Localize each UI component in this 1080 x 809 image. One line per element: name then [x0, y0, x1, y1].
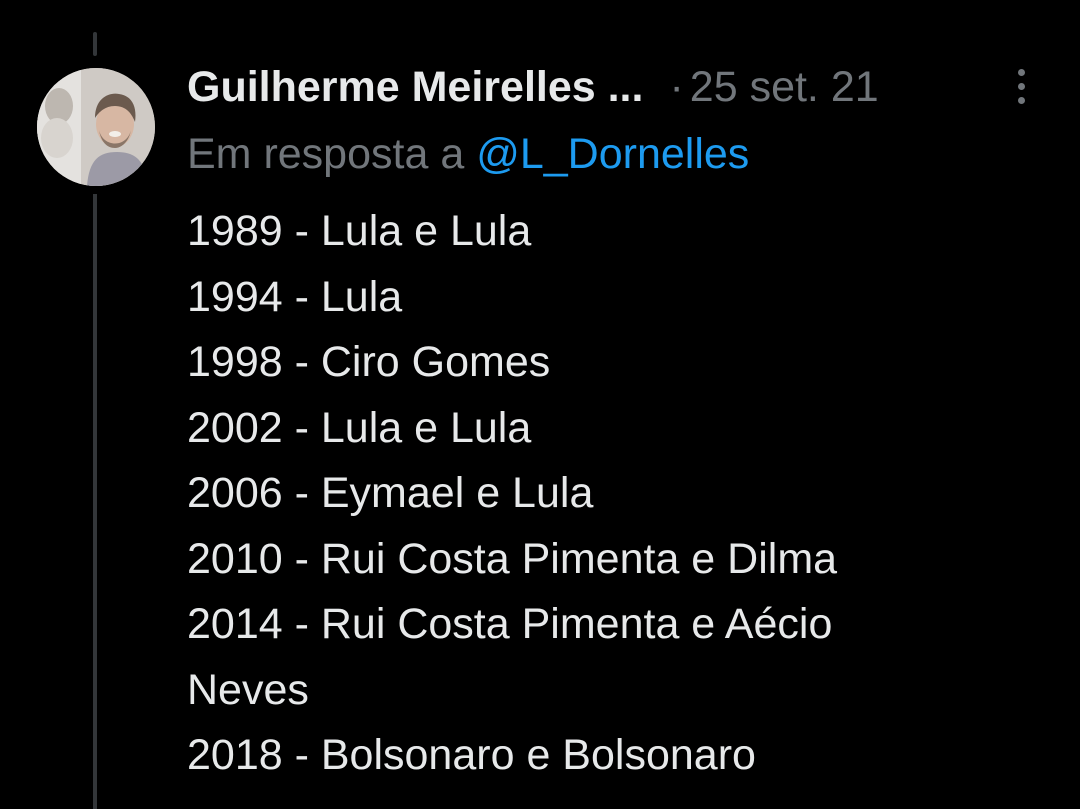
- thread-line-bottom: [93, 194, 97, 809]
- tweet-line: Neves: [187, 665, 309, 714]
- more-options-button[interactable]: [1001, 64, 1041, 108]
- avatar[interactable]: [37, 68, 155, 186]
- tweet-text: 1989 - Lula e Lula 1994 - Lula 1998 - Ci…: [187, 199, 1047, 789]
- tweet-line: 2002 - Lula e Lula: [187, 403, 532, 452]
- thread-line-top: [93, 32, 97, 56]
- tweet-timestamp[interactable]: 25 set. 21: [690, 63, 879, 112]
- tweet-line: 1989 - Lula e Lula: [187, 207, 532, 255]
- tweet-line: 1998 - Ciro Gomes: [187, 338, 551, 386]
- reply-mention-link[interactable]: @L_Dornelles: [476, 130, 749, 178]
- author-display-name[interactable]: Guilherme Meirelles ...: [187, 63, 643, 112]
- tweet-line: 2018 - Bolsonaro e Bolsonaro: [187, 731, 756, 779]
- tweet-line: 2010 - Rui Costa Pimenta e Dilma: [187, 534, 838, 583]
- more-dot: [1017, 82, 1025, 90]
- more-dots-vertical-icon: [1017, 68, 1025, 76]
- tweet-line: 2014 - Rui Costa Pimenta e Aécio: [187, 600, 833, 648]
- avatar-photo-icon: [37, 68, 155, 186]
- reply-context: Em resposta a @L_Dornelles: [187, 130, 749, 179]
- tweet-line: 2006 - Eymael e Lula: [187, 469, 594, 517]
- tweet-header: Guilherme Meirelles ... · 25 set. 21: [187, 62, 1047, 112]
- tweet-line: 1994 - Lula: [187, 272, 403, 321]
- header-separator: ·: [669, 62, 684, 111]
- more-dot: [1017, 96, 1025, 104]
- reply-prefix: Em resposta a: [187, 130, 465, 178]
